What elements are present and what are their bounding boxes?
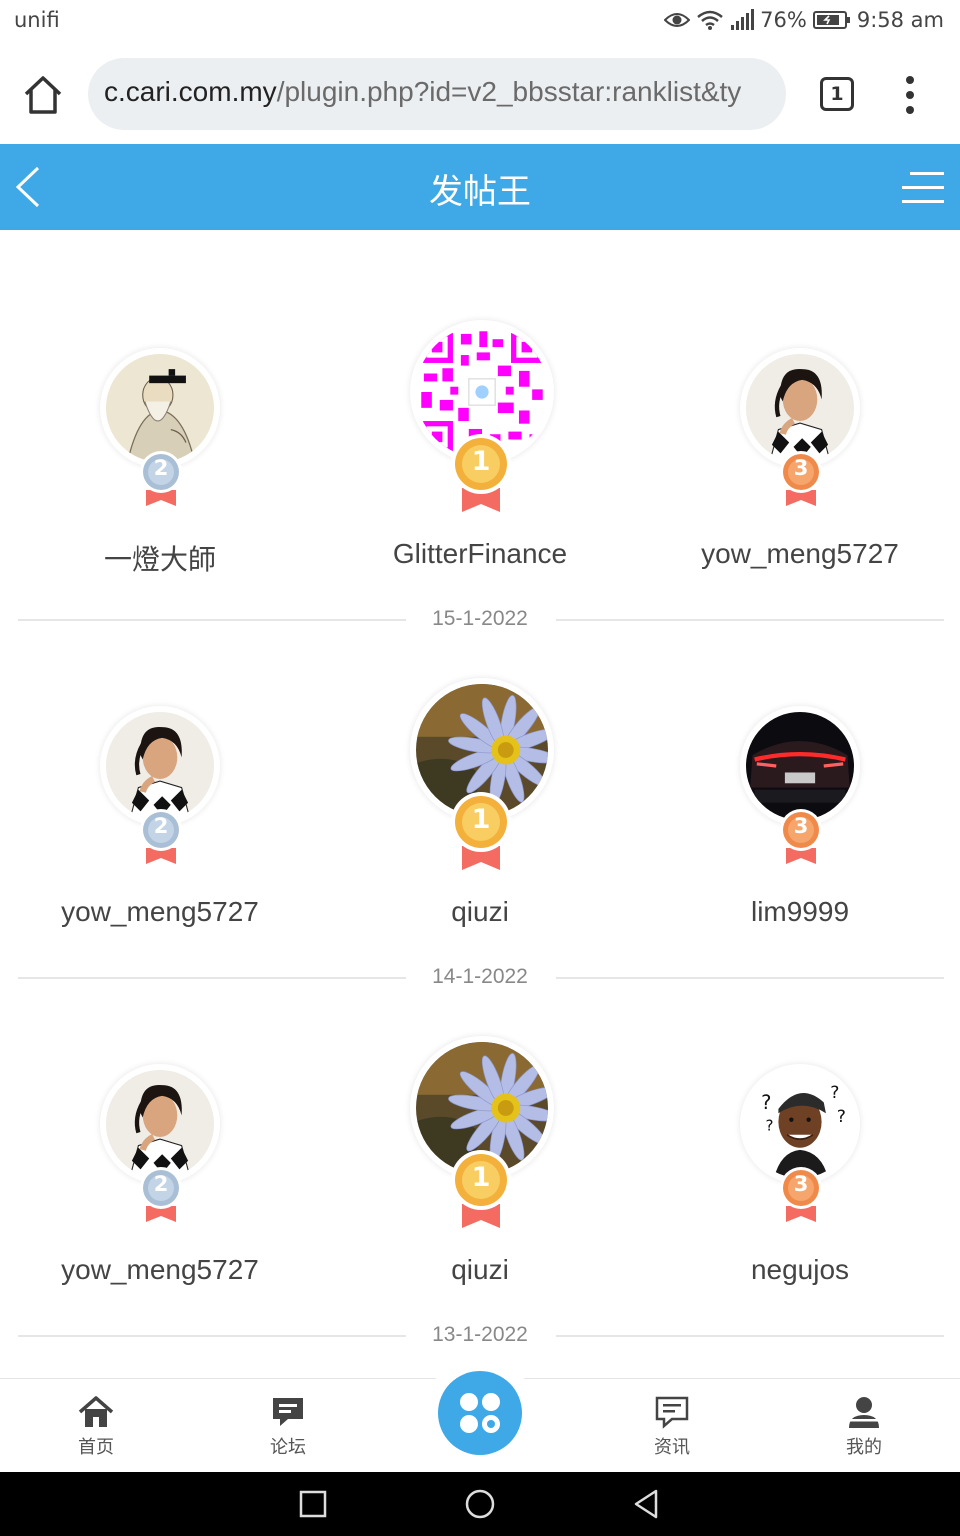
rank-number: 1 [471, 446, 491, 477]
date-label: 13-1-2022 [432, 1323, 528, 1346]
hamburger-menu-icon[interactable] [900, 168, 944, 208]
nav-label: 资讯 [654, 1437, 690, 1458]
user-name[interactable]: 一燈大師 [0, 538, 320, 578]
user-name[interactable]: lim9999 [640, 896, 960, 928]
car-taillight-avatar[interactable] [746, 712, 854, 820]
home-icon[interactable] [22, 74, 64, 116]
address-bar[interactable]: c.cari.com.my/plugin.php?id=v2_bbsstar:r… [88, 58, 786, 130]
browser-toolbar: c.cari.com.my/plugin.php?id=v2_bbsstar:r… [0, 44, 960, 144]
rank-number: 1 [471, 1162, 491, 1193]
eye-icon [664, 13, 691, 27]
more-vert-icon[interactable] [898, 72, 922, 118]
back-triangle-icon[interactable] [632, 1488, 662, 1520]
nav-label: 我的 [846, 1437, 882, 1458]
battery-icon [812, 11, 850, 29]
rank-number: 1 [471, 804, 491, 835]
user-name[interactable]: negujos [640, 1254, 960, 1286]
status-icons: 76% 9:58 am [664, 8, 944, 32]
rank-1-entry[interactable]: 1 GlitterFinance [320, 230, 640, 600]
rank-number: 3 [793, 1172, 809, 1196]
rank-2-entry[interactable]: 2 yow_meng5727 [0, 946, 320, 1316]
tab-switcher-button[interactable]: 1 [820, 77, 854, 111]
url-text: c.cari.com.my/plugin.php?id=v2_bbsstar:r… [104, 76, 741, 108]
apps-icon [460, 1393, 500, 1433]
user-name[interactable]: qiuzi [320, 1254, 640, 1286]
nav-home[interactable]: 首页 [36, 1395, 156, 1459]
home-icon [78, 1396, 114, 1427]
url-path: /plugin.php?id=v2_bbsstar:ranklist&ty [276, 76, 742, 107]
rank-number: 2 [153, 1172, 169, 1196]
status-bar: unifi 76% 9:58 am [0, 0, 960, 44]
news-icon [655, 1396, 689, 1429]
nav-news[interactable]: 资讯 [612, 1395, 732, 1459]
confused-man-avatar[interactable] [746, 1070, 854, 1178]
nav-label: 论坛 [270, 1437, 306, 1458]
rank-number: 3 [793, 456, 809, 480]
system-navigation-bar [0, 1472, 960, 1536]
bottom-navigation: 首页 论坛 资讯 我的 [0, 1357, 960, 1473]
signal-icon [731, 9, 755, 30]
clock: 9:58 am [856, 8, 944, 32]
url-host: c.cari.com.my [104, 76, 277, 107]
user-name[interactable]: yow_meng5727 [0, 896, 320, 928]
rank-2-entry[interactable]: 2 yow_meng5727 [0, 588, 320, 958]
profile-icon [849, 1397, 879, 1428]
rank-3-entry[interactable]: 3 yow_meng5727 [640, 230, 960, 600]
man-portrait-avatar[interactable] [106, 712, 214, 820]
user-name[interactable]: qiuzi [320, 896, 640, 928]
nav-profile[interactable]: 我的 [804, 1395, 924, 1459]
app-header: 发帖王 [0, 144, 960, 230]
sage-avatar[interactable] [106, 354, 214, 462]
ranking-list: ? ? ? ? 2 一燈大師 1 GlitterFinance 3 yow_me… [0, 230, 960, 1378]
battery-percent: 76% [760, 8, 807, 32]
rank-number: 3 [793, 814, 809, 838]
home-circle-icon[interactable] [463, 1488, 497, 1520]
man-portrait-avatar[interactable] [106, 1070, 214, 1178]
forum-icon [273, 1398, 303, 1426]
page-title: 发帖王 [429, 172, 531, 212]
rank-1-entry[interactable]: 1 qiuzi [320, 588, 640, 958]
rank-number: 2 [153, 814, 169, 838]
rank-2-entry[interactable]: 2 一燈大師 [0, 230, 320, 600]
nav-apps[interactable] [424, 1357, 536, 1469]
rank-number: 2 [153, 456, 169, 480]
rank-1-entry[interactable]: 1 qiuzi [320, 946, 640, 1316]
nav-forum[interactable]: 论坛 [228, 1395, 348, 1459]
nav-label: 首页 [78, 1437, 114, 1458]
man-portrait-avatar[interactable] [746, 354, 854, 462]
rank-3-entry[interactable]: 3 lim9999 [640, 588, 960, 958]
recents-icon[interactable] [298, 1488, 328, 1520]
rank-3-entry[interactable]: 3 negujos [640, 946, 960, 1316]
apps-button[interactable] [438, 1371, 522, 1455]
wifi-icon [697, 10, 723, 30]
user-name[interactable]: yow_meng5727 [0, 1254, 320, 1286]
carrier-name: unifi [14, 8, 60, 32]
user-name[interactable]: GlitterFinance [320, 538, 640, 570]
user-name[interactable]: yow_meng5727 [640, 538, 960, 570]
